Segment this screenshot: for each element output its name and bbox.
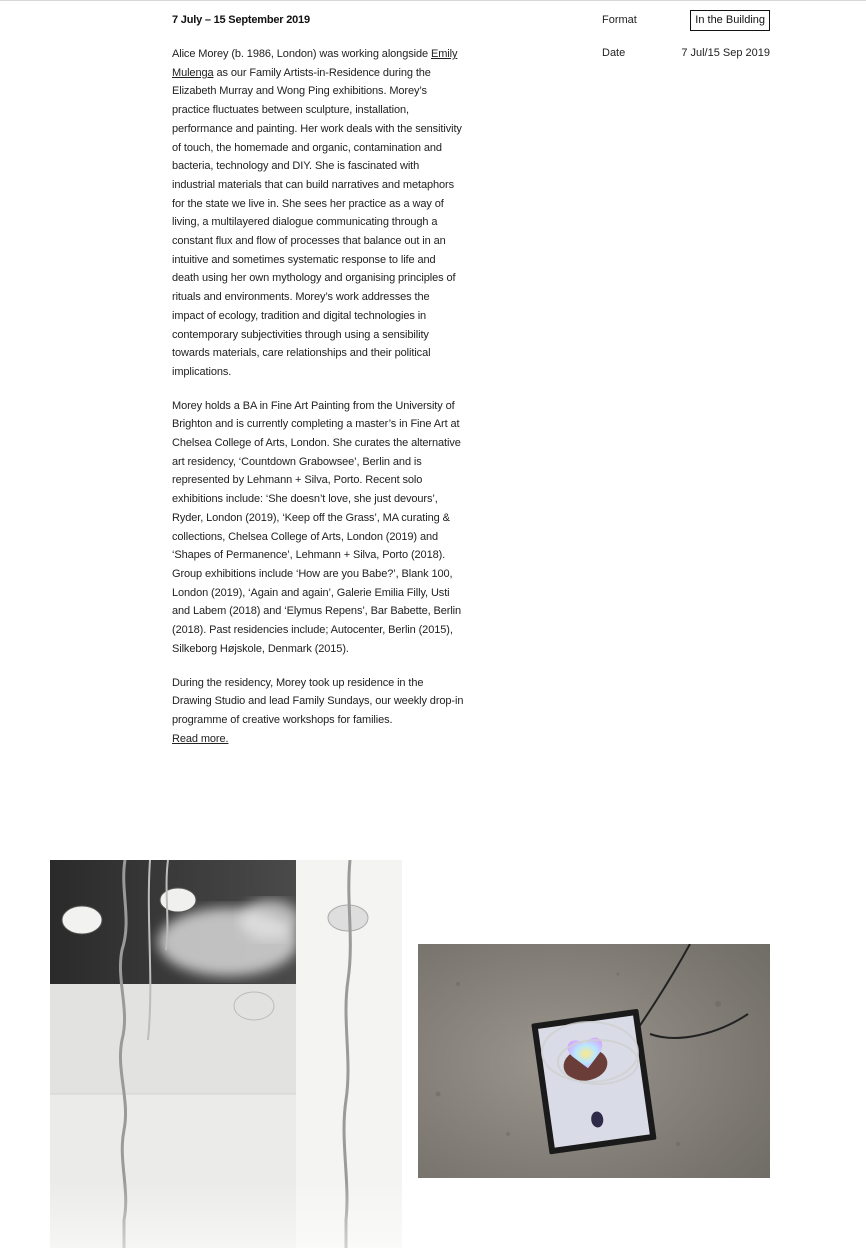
screen-on-floor-image: [418, 944, 770, 1178]
event-dates: 7 July – 15 September 2019: [172, 14, 310, 26]
format-label: Format: [602, 14, 637, 26]
description-text: as our Family Artists-in-Residence durin…: [172, 66, 462, 378]
description-paragraph: During the residency, Morey took up resi…: [172, 674, 464, 749]
meta-format-row: Format In the Building: [602, 10, 770, 32]
top-divider: [0, 0, 866, 1]
format-tag-link[interactable]: In the Building: [690, 10, 770, 31]
meta-date-row: Date 7 Jul/15 Sep 2019: [602, 43, 770, 65]
artwork-photo-chains-drawing[interactable]: [50, 860, 402, 1248]
description-text: Alice Morey (b. 1986, London) was workin…: [172, 48, 431, 60]
description-paragraph: Morey holds a BA in Fine Art Painting fr…: [172, 399, 462, 655]
read-more-link[interactable]: Read more.: [172, 733, 229, 745]
description-paragraph: Alice Morey (b. 1986, London) was workin…: [172, 45, 464, 382]
chains-drawing-image: [50, 860, 402, 1248]
event-description: Alice Morey (b. 1986, London) was workin…: [172, 45, 464, 763]
date-value: 7 Jul/15 Sep 2019: [681, 47, 770, 59]
description-text: During the residency, Morey took up resi…: [172, 676, 464, 726]
artwork-photo-screen-on-floor[interactable]: [418, 944, 770, 1178]
date-label: Date: [602, 47, 626, 59]
